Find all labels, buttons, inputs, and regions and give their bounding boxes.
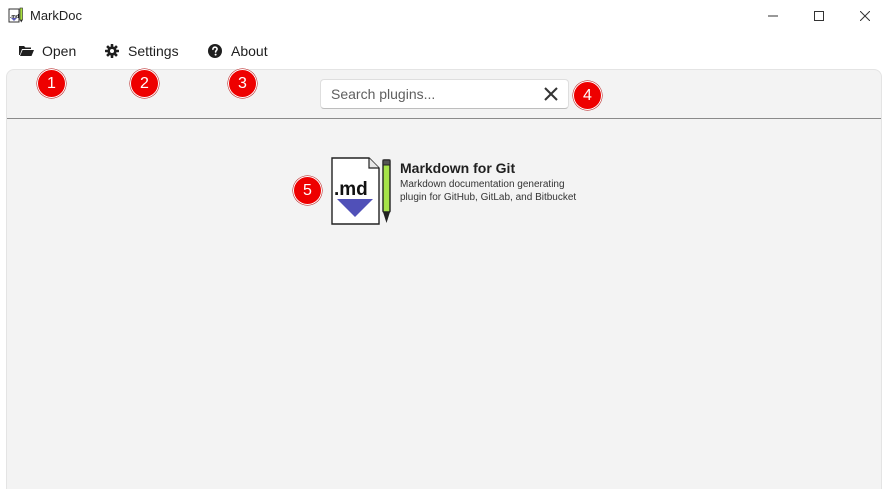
plugin-description: Markdown documentation generating plugin… xyxy=(400,179,577,203)
minimize-icon xyxy=(768,15,778,17)
markdown-file-icon: .md xyxy=(331,157,391,225)
app-logo-icon: .md xyxy=(8,7,23,23)
settings-menu-label: Settings xyxy=(128,43,179,59)
minimize-button[interactable] xyxy=(750,0,796,32)
about-menu-button[interactable]: About xyxy=(207,41,268,61)
about-menu-label: About xyxy=(231,43,268,59)
clear-search-button[interactable] xyxy=(542,85,560,103)
open-menu-button[interactable]: Open xyxy=(18,41,76,61)
search-box xyxy=(320,79,569,109)
folder-open-icon xyxy=(18,43,34,59)
toolbar-divider xyxy=(7,118,881,119)
settings-menu-button[interactable]: Settings xyxy=(104,41,179,61)
annotation-badge-1: 1 xyxy=(37,69,66,98)
maximize-icon xyxy=(814,11,824,21)
plugin-icon-text: .md xyxy=(334,179,368,200)
gear-icon xyxy=(104,43,120,59)
clear-icon xyxy=(544,87,558,101)
window-title: MarkDoc xyxy=(30,8,83,23)
plugin-name: Markdown for Git xyxy=(400,160,516,176)
maximize-button[interactable] xyxy=(796,0,842,32)
question-circle-icon xyxy=(207,43,223,59)
search-input[interactable] xyxy=(321,80,531,108)
plugin-card-markdown-for-git[interactable]: .md Markdown for Git Markdown documentat… xyxy=(331,157,581,227)
main-content: .md Markdown for Git Markdown documentat… xyxy=(6,69,882,489)
annotation-badge-5: 5 xyxy=(293,176,322,205)
annotation-badge-3: 3 xyxy=(228,69,257,98)
close-button[interactable] xyxy=(842,0,888,32)
open-menu-label: Open xyxy=(42,43,77,59)
close-icon xyxy=(860,11,870,21)
title-bar: .md MarkDoc xyxy=(0,0,888,32)
annotation-badge-4: 4 xyxy=(573,81,602,110)
menu-bar: Open Settings About xyxy=(0,32,888,68)
annotation-badge-2: 2 xyxy=(130,69,159,98)
